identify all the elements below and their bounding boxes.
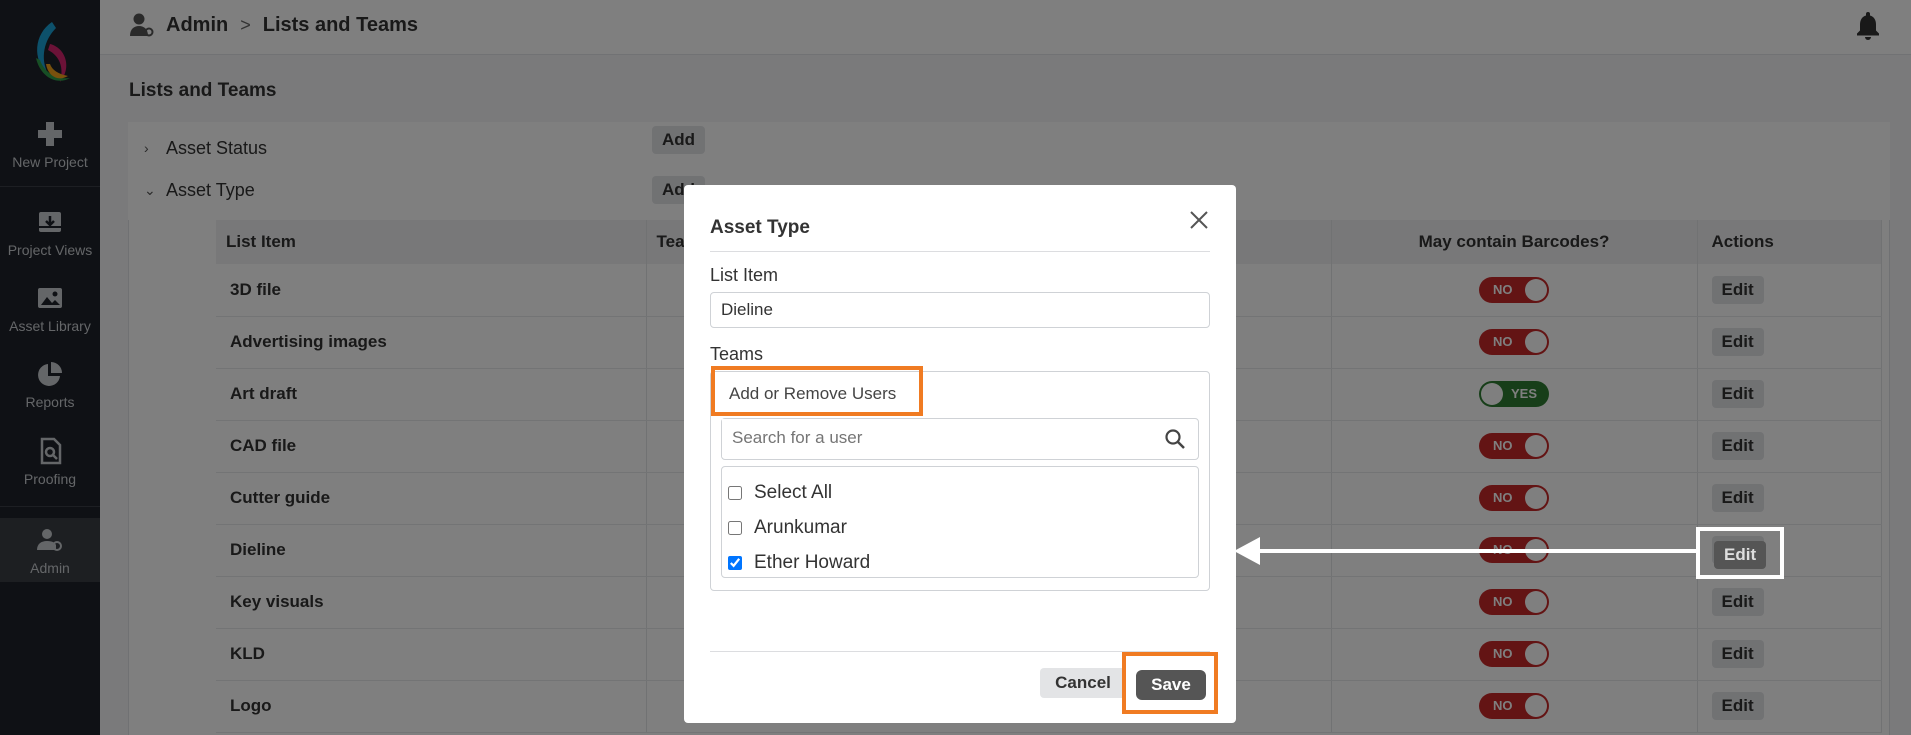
user-checklist: Select All Arunkumar Ether Howard bbox=[721, 466, 1199, 578]
add-remove-users-toggle[interactable]: Add or Remove Users bbox=[711, 366, 923, 416]
list-item-input[interactable] bbox=[710, 292, 1210, 328]
teams-box: Add or Remove Users Select All Arunkumar… bbox=[710, 366, 1210, 591]
select-all-checkbox[interactable] bbox=[728, 485, 742, 500]
user-label: Arunkumar bbox=[754, 516, 847, 538]
list-item[interactable]: Select All bbox=[722, 475, 1198, 510]
list-item[interactable]: Ether Howard bbox=[722, 545, 1198, 580]
save-highlight-box: Save bbox=[1122, 652, 1218, 714]
list-item[interactable]: Arunkumar bbox=[722, 510, 1198, 545]
annotation-arrow-line bbox=[1256, 549, 1696, 553]
cancel-button[interactable]: Cancel bbox=[1040, 668, 1126, 698]
list-item-label: List Item bbox=[710, 265, 779, 285]
arrow-left-icon bbox=[1234, 537, 1260, 565]
teams-label: Teams bbox=[710, 344, 764, 364]
search-icon[interactable] bbox=[1164, 428, 1186, 450]
save-button[interactable]: Save bbox=[1136, 670, 1206, 700]
user-search bbox=[721, 418, 1199, 460]
close-icon[interactable] bbox=[1188, 209, 1210, 231]
dialog-title: Asset Type bbox=[710, 217, 810, 238]
edit-highlight-box: Edit bbox=[1696, 527, 1784, 579]
user-label: Ether Howard bbox=[754, 551, 871, 573]
user-label: Select All bbox=[754, 481, 833, 503]
user-checkbox[interactable] bbox=[728, 520, 742, 535]
user-checkbox[interactable] bbox=[728, 555, 742, 570]
asset-type-dialog: Asset Type List Item Teams Add or Remove… bbox=[684, 185, 1236, 723]
dialog-divider bbox=[710, 251, 1210, 252]
search-input[interactable] bbox=[722, 419, 1142, 457]
edit-button[interactable]: Edit bbox=[1714, 541, 1767, 569]
